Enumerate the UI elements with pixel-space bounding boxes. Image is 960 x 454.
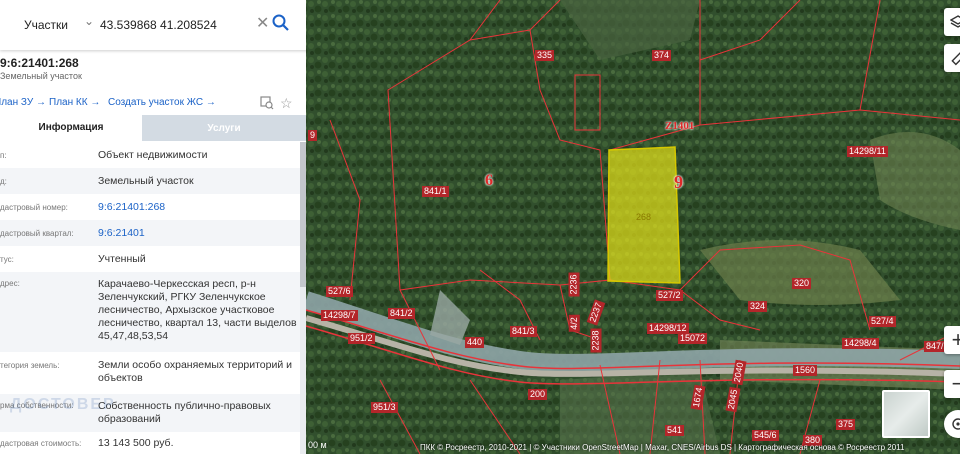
ruler-icon [951,51,960,66]
zoom-out-button[interactable]: − [944,370,960,398]
watermark: ДОСТОВЕР [10,396,116,413]
scale-label: 00 м [308,440,327,450]
info-row: дрес: Карачаево-Черкесская респ, р-н Зел… [0,272,300,352]
parcel-label[interactable]: 2238 [590,328,602,353]
info-panel: п: Объект недвижимости д: Земельный учас… [0,0,306,454]
quarter-label: 6 [485,172,493,189]
row-label: тус: [0,255,14,264]
info-row: дастровый квартал: 9:6:21401 [0,220,300,246]
info-row: д: Земельный участок [0,168,300,194]
ruler-button[interactable] [944,44,960,72]
plan-zu-link[interactable]: План ЗУ → [0,97,46,108]
parcel-label[interactable]: 841/3 [510,326,537,337]
scrollbar-thumb[interactable] [300,142,306,287]
row-value: Земли особо охраняемых территорий и объе… [98,359,292,384]
parcel-label[interactable]: 527/6 [326,286,353,297]
parcel-label[interactable]: 951/3 [371,402,398,413]
parcel-label[interactable]: 335 [535,50,555,61]
parcel-label[interactable]: 2236 [568,272,580,297]
create-zhs-link[interactable]: Создать участок ЖС → [108,97,216,108]
parcel-label[interactable]: 1560 [793,365,818,376]
tab-services[interactable]: Услуги [142,115,306,141]
info-row: дастровый номер: 9:6:21401:268 [0,194,300,220]
tab-information[interactable]: Информация [0,115,142,141]
row-value: Карачаево-Черкесская респ, р-н Зеленчукс… [98,278,297,342]
cadastral-number-link[interactable]: 9:6:21401:268 [98,201,303,214]
row-label: дастровый квартал: [0,229,74,238]
parcel-label[interactable]: 841/1 [422,186,449,197]
parcel-label[interactable]: 545/6 [752,430,779,441]
minimap-toggle[interactable] [882,390,930,438]
info-row: тегория земель: Земли особо охраняемых т… [0,352,300,394]
quarter-label: Z1401 [665,120,695,132]
action-links: План ЗУ → План КК → Создать участок ЖС →… [0,95,306,113]
info-row: тус: Учтенный [0,246,300,272]
row-value: 13 143 500 руб. [98,437,174,449]
minus-icon: − [951,371,960,396]
plan-kk-link[interactable]: План КК → [49,97,100,108]
parcel-label[interactable]: 324 [748,301,768,312]
locate-icon [952,418,960,430]
parcel-label[interactable]: 200 [528,389,548,400]
row-value: Объект недвижимости [98,149,208,161]
layers-button[interactable] [944,8,960,36]
map-attribution: ПКК © Росреестр, 2010-2021 | © Участники… [420,443,905,452]
parcel-label[interactable]: 527/4 [869,316,896,327]
row-value: Земельный участок [98,175,194,187]
parcel-label[interactable]: 14298/11 [847,146,888,157]
plus-icon: + [951,327,960,352]
chevron-down-icon[interactable]: ⌄ [84,14,94,28]
parcel-label[interactable]: 14298/4 [842,338,879,349]
parcel-label[interactable]: 4/2 [568,315,580,332]
search-type-select[interactable]: Участки [24,18,68,32]
row-label: дастровая стоимость: [0,439,82,448]
info-row: п: Объект недвижимости [0,142,300,168]
parcel-label[interactable]: 951/2 [348,333,375,344]
row-label: дрес: [0,279,20,288]
parcel-label[interactable]: 15072 [678,333,708,344]
search-button[interactable] [272,13,292,35]
parcel-label[interactable]: 841/2 [388,308,415,319]
row-value: Собственность публично-правовых образова… [98,400,271,425]
row-value: Учтенный [98,253,146,265]
quarter-label: 9 [674,172,683,192]
parcel-label[interactable]: 9 [308,130,318,141]
selected-parcel-label: 268 [636,212,652,222]
parcel-label[interactable]: 14298/7 [321,310,358,321]
row-label: д: [0,177,7,186]
tab-bar: Информация Услуги [0,115,306,141]
row-label: тегория земель: [0,361,60,370]
clear-icon[interactable]: ✕ [256,13,269,33]
parcel-title: 9:6:21401:268 [0,56,79,70]
zoom-in-button[interactable]: + [944,326,960,354]
parcel-label[interactable]: 541 [665,425,685,436]
parcel-label[interactable]: 374 [652,50,672,61]
parcel-label[interactable]: 375 [836,419,856,430]
parcel-label[interactable]: 527/2 [656,290,683,301]
search-map-icon[interactable] [260,96,274,113]
search-input[interactable] [100,15,250,35]
row-label: дастровый номер: [0,203,68,212]
parcel-subtitle: Земельный участок [0,71,82,81]
info-row: дастровая стоимость: 13 143 500 руб. [0,432,300,454]
parcel-label[interactable]: 320 [792,278,812,289]
row-label: п: [0,151,7,160]
cadastral-quarter-link[interactable]: 9:6:21401 [98,227,303,240]
star-icon[interactable]: ☆ [280,95,293,112]
panel-scrollbar[interactable] [300,142,306,454]
search-bar: Участки ⌄ ✕ [0,0,306,50]
layers-icon [950,15,960,28]
parcel-label[interactable]: 440 [465,337,485,348]
search-icon [272,14,289,31]
